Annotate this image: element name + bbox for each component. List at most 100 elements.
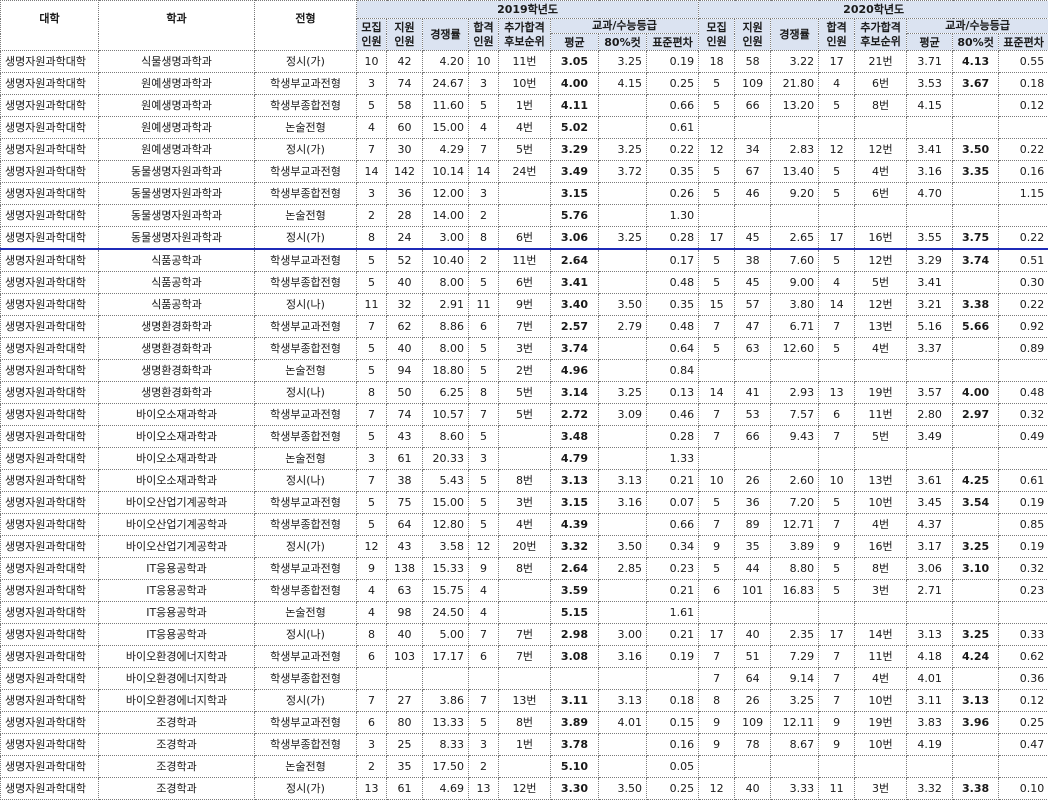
table-cell[interactable]: 5 — [698, 94, 736, 117]
table-cell[interactable]: 94 — [386, 359, 423, 382]
table-cell[interactable]: 12.71 — [770, 513, 820, 536]
table-cell[interactable]: 7.60 — [770, 248, 820, 272]
table-cell[interactable]: 생명자원과학대학 — [0, 623, 99, 646]
table-cell[interactable]: 3.50 — [598, 293, 647, 316]
table-cell[interactable]: 12번 — [854, 248, 908, 272]
table-cell[interactable]: 바이오산업기계공학과 — [98, 491, 255, 514]
table-cell[interactable]: 5번 — [498, 403, 551, 426]
table-cell[interactable] — [998, 447, 1048, 470]
table-cell[interactable]: 생명자원과학대학 — [0, 447, 99, 470]
table-cell[interactable]: 3.38 — [952, 777, 1000, 800]
table-cell[interactable]: 45 — [734, 226, 772, 250]
table-cell[interactable]: 생명자원과학대학 — [0, 711, 99, 734]
table-cell[interactable]: 7 — [698, 645, 736, 668]
table-cell[interactable]: 0.32 — [998, 557, 1048, 580]
table-cell[interactable]: 3.61 — [906, 469, 954, 492]
table-cell[interactable]: 3.89 — [770, 535, 820, 558]
table-cell[interactable]: 5.76 — [550, 204, 599, 227]
table-cell[interactable]: 7.57 — [770, 403, 820, 426]
table-cell[interactable] — [818, 755, 856, 778]
table-cell[interactable]: 2.64 — [550, 557, 599, 580]
table-cell[interactable]: 75 — [386, 491, 423, 514]
table-cell[interactable]: 4.24 — [952, 645, 1000, 668]
table-cell[interactable]: 4.37 — [906, 513, 954, 536]
table-cell[interactable]: 3 — [356, 733, 387, 756]
table-cell[interactable] — [698, 116, 736, 139]
table-cell[interactable]: 5 — [468, 711, 499, 734]
table-cell[interactable]: 0.35 — [645, 293, 700, 316]
table-cell[interactable]: 0.18 — [645, 689, 700, 712]
table-cell[interactable]: 3.83 — [906, 711, 954, 734]
table-cell[interactable]: 11번 — [498, 50, 551, 73]
table-cell[interactable]: 61 — [386, 447, 423, 470]
table-cell[interactable]: 10 — [818, 469, 856, 492]
table-cell[interactable]: 생명자원과학대학 — [0, 315, 99, 338]
table-cell[interactable]: 0.23 — [645, 557, 700, 580]
table-cell[interactable] — [818, 359, 856, 382]
table-cell[interactable]: 9 — [698, 733, 736, 756]
table-cell[interactable]: 10 — [698, 469, 736, 492]
table-cell[interactable]: 4.01 — [598, 711, 647, 734]
table-cell[interactable]: 0.61 — [998, 469, 1048, 492]
table-cell[interactable]: 6.25 — [422, 381, 469, 404]
table-cell[interactable]: 7 — [468, 138, 499, 161]
table-cell[interactable]: 8번 — [854, 557, 908, 580]
table-cell[interactable] — [906, 601, 954, 624]
table-cell[interactable]: 5.00 — [422, 623, 469, 646]
table-cell[interactable]: 11 — [818, 777, 856, 800]
table-cell[interactable]: 7 — [698, 425, 736, 448]
table-cell[interactable]: 6 — [356, 711, 387, 734]
table-cell[interactable]: 생명자원과학대학 — [0, 425, 99, 448]
table-cell[interactable]: 5 — [356, 425, 387, 448]
table-cell[interactable]: 0.84 — [645, 359, 700, 382]
table-cell[interactable] — [598, 447, 647, 470]
table-cell[interactable]: 9 — [698, 535, 736, 558]
table-cell[interactable]: 12 — [698, 138, 736, 161]
table-cell[interactable]: 15.33 — [422, 557, 469, 580]
table-cell[interactable]: 62 — [386, 315, 423, 338]
table-cell[interactable]: 40 — [734, 623, 772, 646]
table-cell[interactable]: 67 — [734, 160, 772, 183]
table-cell[interactable]: 생명자원과학대학 — [0, 469, 99, 492]
table-cell[interactable] — [952, 337, 1000, 360]
table-cell[interactable]: 4번 — [498, 513, 551, 536]
table-cell[interactable] — [952, 667, 1000, 690]
table-cell[interactable]: 3.37 — [906, 337, 954, 360]
table-cell[interactable]: 8번 — [498, 469, 551, 492]
table-cell[interactable]: 4 — [356, 579, 387, 602]
table-cell[interactable]: 103 — [386, 645, 423, 668]
table-cell[interactable] — [598, 425, 647, 448]
table-cell[interactable]: 7 — [818, 513, 856, 536]
table-cell[interactable]: 19번 — [854, 711, 908, 734]
table-cell[interactable]: 0.30 — [998, 271, 1048, 294]
table-cell[interactable] — [550, 667, 599, 690]
table-cell[interactable]: 3.67 — [952, 72, 1000, 95]
table-cell[interactable]: 64 — [734, 667, 772, 690]
table-cell[interactable] — [598, 116, 647, 139]
table-cell[interactable]: 11 — [356, 293, 387, 316]
table-cell[interactable]: 7.29 — [770, 645, 820, 668]
table-cell[interactable] — [854, 601, 908, 624]
table-cell[interactable]: 생명자원과학대학 — [0, 226, 99, 250]
table-cell[interactable]: 2.64 — [550, 248, 599, 272]
table-cell[interactable]: 1.15 — [998, 182, 1048, 205]
table-cell[interactable] — [952, 359, 1000, 382]
table-cell[interactable]: 0.35 — [645, 160, 700, 183]
table-cell[interactable]: 4번 — [854, 667, 908, 690]
table-cell[interactable]: 51 — [734, 645, 772, 668]
table-cell[interactable] — [598, 579, 647, 602]
table-cell[interactable]: 9 — [818, 535, 856, 558]
table-cell[interactable]: 생명자원과학대학 — [0, 381, 99, 404]
table-cell[interactable]: 9.20 — [770, 182, 820, 205]
table-cell[interactable]: 5 — [468, 491, 499, 514]
table-cell[interactable]: 3 — [356, 447, 387, 470]
table-cell[interactable]: 8.33 — [422, 733, 469, 756]
table-cell[interactable]: 2.83 — [770, 138, 820, 161]
table-cell[interactable]: 2번 — [498, 359, 551, 382]
table-cell[interactable]: 4 — [356, 116, 387, 139]
table-cell[interactable]: 3.54 — [952, 491, 1000, 514]
table-cell[interactable] — [734, 359, 772, 382]
table-cell[interactable]: 0.13 — [645, 381, 700, 404]
table-cell[interactable] — [598, 733, 647, 756]
table-cell[interactable]: 14 — [818, 293, 856, 316]
